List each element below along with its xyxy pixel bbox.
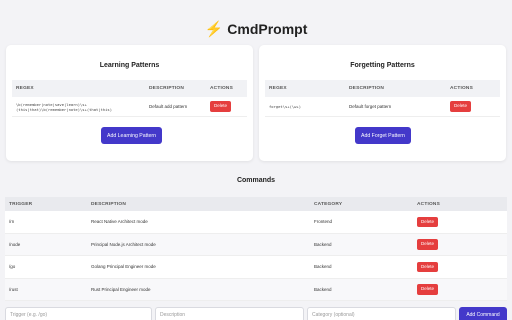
lightning-bolt-icon: ⚡ [204, 20, 224, 38]
delete-button[interactable]: Delete [450, 101, 472, 112]
trigger-cell: /node [9, 241, 21, 247]
description-cell: Default forget pattern [349, 104, 392, 109]
trigger-cell: /rn [9, 219, 15, 225]
delete-button[interactable]: Delete [417, 261, 439, 272]
commands-title: Commands [236, 177, 276, 184]
category-cell: Backend [314, 241, 332, 247]
actions-cell: Delete [210, 101, 247, 112]
column-header-actions: ACTIONS [450, 86, 473, 91]
actions-cell: Delete [417, 284, 507, 295]
column-header-description: DESCRIPTION [91, 201, 126, 207]
forgetting-patterns-table: REGEX DESCRIPTION ACTIONS forget\s+(\w+)… [265, 80, 500, 117]
trigger-cell: /rust [9, 286, 18, 292]
column-header-regex: REGEX [16, 86, 34, 91]
regex-cell: \b(remember|note|save|learn)\s+(this|tha… [16, 101, 113, 112]
table-row: /rn React Native Architect mode Frontend… [5, 211, 507, 234]
table-header: TRIGGER DESCRIPTION CATEGORY ACTIONS [5, 197, 507, 211]
learning-patterns-table: REGEX DESCRIPTION ACTIONS \b(remember|no… [12, 80, 247, 117]
column-header-regex: REGEX [269, 86, 287, 91]
column-header-actions: ACTIONS [417, 201, 440, 207]
add-forget-pattern-button[interactable]: Add Forget Pattern [355, 127, 411, 144]
regex-cell: forget\s+(\w+) [269, 104, 302, 109]
table-row: /node Principal Node.js Architect mode B… [5, 233, 507, 256]
delete-button[interactable]: Delete [210, 101, 232, 112]
trigger-input[interactable] [5, 307, 152, 320]
learning-patterns-title: Learning Patterns [99, 62, 160, 69]
description-cell: Golang Principal Engineer mode [91, 264, 156, 270]
table-header: REGEX DESCRIPTION ACTIONS [265, 80, 500, 97]
description-cell: React Native Architect mode [91, 219, 148, 225]
description-cell: Principal Node.js Architect mode [91, 241, 156, 247]
delete-button[interactable]: Delete [417, 239, 439, 250]
add-command-form: Add Command [5, 307, 507, 320]
table-header: REGEX DESCRIPTION ACTIONS [12, 80, 247, 97]
delete-button[interactable]: Delete [417, 216, 439, 227]
category-cell: Backend [314, 264, 332, 270]
add-command-button[interactable]: Add Command [459, 307, 507, 320]
column-header-trigger: TRIGGER [9, 201, 33, 207]
trigger-cell: /go [9, 264, 16, 270]
app-title: CmdPrompt [227, 21, 308, 37]
description-cell: Rust Principal Engineer mode [91, 286, 151, 292]
category-input[interactable] [307, 307, 456, 320]
forgetting-patterns-title: Forgetting Patterns [350, 62, 415, 69]
column-header-description: DESCRIPTION [149, 86, 184, 91]
actions-cell: Delete [417, 239, 507, 250]
table-row: forget\s+(\w+) Default forget pattern De… [265, 97, 500, 117]
learning-patterns-card: Learning Patterns REGEX DESCRIPTION ACTI… [6, 45, 253, 161]
actions-cell: Delete [417, 261, 507, 272]
forgetting-patterns-card: Forgetting Patterns REGEX DESCRIPTION AC… [259, 45, 506, 161]
table-row: \b(remember|note|save|learn)\s+(this|tha… [12, 97, 247, 117]
column-header-category: CATEGORY [314, 201, 343, 207]
app-header: ⚡ CmdPrompt [0, 18, 512, 40]
actions-cell: Delete [450, 101, 500, 112]
add-learning-pattern-button[interactable]: Add Learning Pattern [101, 127, 163, 144]
actions-cell: Delete [417, 216, 507, 227]
description-cell: Default add pattern [149, 104, 188, 109]
category-cell: Frontend [314, 219, 333, 225]
category-cell: Backend [314, 286, 332, 292]
commands-table: TRIGGER DESCRIPTION CATEGORY ACTIONS /rn… [5, 197, 507, 301]
column-header-description: DESCRIPTION [349, 86, 384, 91]
delete-button[interactable]: Delete [417, 284, 439, 295]
column-header-actions: ACTIONS [210, 86, 233, 91]
table-row: /rust Rust Principal Engineer mode Backe… [5, 278, 507, 301]
table-row: /go Golang Principal Engineer mode Backe… [5, 256, 507, 279]
description-input[interactable] [155, 307, 304, 320]
